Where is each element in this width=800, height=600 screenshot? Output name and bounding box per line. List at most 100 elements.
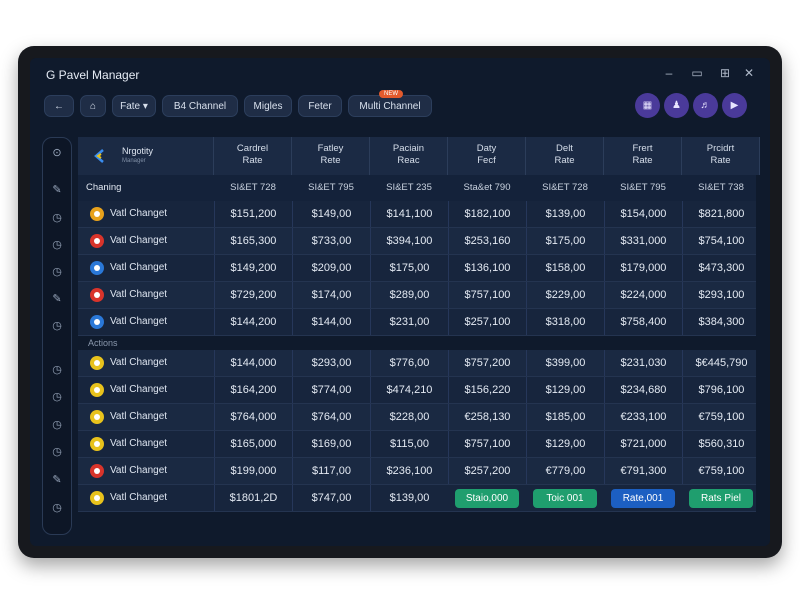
multi-channel-label: Multi Channel [359,101,421,112]
back-button[interactable]: ← [44,95,74,117]
rate-action-button[interactable]: Staio,000 [455,489,519,508]
table-row[interactable]: Vatl Changet $764,000 $764,00 $228,00 €258,1… [78,404,756,431]
column-header-line1: Cardrel [236,143,269,154]
row-name: Vatl Changet [110,384,168,395]
fate-dropdown[interactable]: Fate ▾ [112,95,156,117]
migles-button[interactable]: Migles [244,95,292,117]
close-icon[interactable]: ✕ [742,66,756,80]
table-row[interactable]: Vatl Changet $149,200 $209,00 $175,00 $136,1… [78,255,756,282]
table-cell: $257,200 [448,458,526,484]
sidebar-target-icon[interactable]: ⊙ [50,146,64,160]
table-cell: $144,000 [214,350,292,376]
sidebar-edit-icon[interactable]: ✎ [50,292,64,306]
table-cell: $253,160 [448,228,526,254]
table-cell: $165,000 [214,431,292,457]
row-channel-icon [90,261,104,275]
column-header-line2: Reac [397,155,420,166]
table-cell: $228,00 [370,404,448,430]
row-name: Vatl Changet [110,438,168,449]
maximize-icon[interactable]: ⊞ [718,66,732,80]
column-header[interactable]: Fatley Rete [292,137,370,175]
row-channel-icon [90,491,104,505]
row-name: Vatl Changet [110,357,168,368]
table-cell: $175,00 [370,255,448,281]
home-button[interactable]: ⌂ [80,95,106,117]
table-row[interactable]: Vatl Changet $165,300 $733,00 $394,100 $253,… [78,228,756,255]
column-header-line1: Paciain [392,143,425,154]
sidebar-clock-icon[interactable]: ◷ [50,211,64,225]
column-header[interactable]: Cardrel Rate [214,137,292,175]
column-header-line2: Rate [554,155,575,166]
brand-logo-icon [94,149,104,163]
table-cell: $156,220 [448,377,526,403]
row-name: Vatl Changet [110,492,168,503]
table-cell: $174,00 [292,282,370,308]
table-row[interactable]: Vatl Changet $144,000 $293,00 $776,00 $757,2… [78,350,756,377]
table-cell: $199,000 [214,458,292,484]
table-cell: $474,210 [370,377,448,403]
table-row[interactable]: Vatl Changet $1801,2D $747,00 $139,00 Staio,… [78,485,756,512]
sidebar-clock-icon[interactable]: ◷ [50,265,64,279]
table-row[interactable]: Vatl Changet $729,200 $174,00 $289,00 $757,1… [78,282,756,309]
sidebar-clock-icon[interactable]: ◷ [50,501,64,515]
column-header[interactable]: Frert Rate [604,137,682,175]
feter-button[interactable]: Feter [298,95,342,117]
row-name: Vatl Changet [110,235,168,246]
band-label: Chaning [86,182,122,193]
table-cell: $796,100 [682,377,760,403]
table-cell: $331,000 [604,228,682,254]
table-cell: $139,00 [370,485,448,511]
table-row[interactable]: Vatl Changet $164,200 $774,00 $474,210 $156,… [78,377,756,404]
table-cell: $399,00 [526,350,604,376]
column-header[interactable]: Prcidrt Rate [682,137,760,175]
row-channel-icon [90,464,104,478]
column-header[interactable]: Daty Fecf [448,137,526,175]
table-cell: $764,00 [292,404,370,430]
column-header-line2: Rate [632,155,653,166]
sidebar-edit-icon[interactable]: ✎ [50,473,64,487]
table-cell: €791,300 [604,458,682,484]
multi-channel-button[interactable]: Multi Channel NEW [348,90,432,117]
table-cell: $144,200 [214,309,292,335]
sidebar-clock-icon[interactable]: ◷ [50,238,64,252]
table-row[interactable]: Vatl Changet $199,000 $117,00 $236,100 $257,… [78,458,756,485]
table-cell: $164,200 [214,377,292,403]
sidebar-clock-icon[interactable]: ◷ [50,319,64,333]
sidebar-clock-icon[interactable]: ◷ [50,445,64,459]
audio-action-button[interactable]: ♬ [693,93,718,118]
band-value: SI&ET 738 [698,182,744,193]
rate-action-button[interactable]: Toic 001 [533,489,597,508]
minimize-icon[interactable]: – [662,66,676,80]
grid-view-button[interactable]: ▦ [635,93,660,118]
sidebar-clock-icon[interactable]: ◷ [50,390,64,404]
table-cell: $144,00 [292,309,370,335]
restore-icon[interactable]: ▭ [690,66,704,80]
sidebar-clock-icon[interactable]: ◷ [50,418,64,432]
table-row[interactable]: Vatl Changet $151,200 $149,00 $141,100 $182,… [78,201,756,228]
app-title: G Pavel Manager [46,68,140,82]
row-channel-icon [90,356,104,370]
rate-action-button[interactable]: Rats Piel [689,489,753,508]
user-action-button[interactable]: ♟ [664,93,689,118]
row-channel-icon [90,437,104,451]
table-cell: $229,00 [526,282,604,308]
table-cell: $129,00 [526,377,604,403]
table-cell: $754,100 [682,228,760,254]
sidebar-edit-icon[interactable]: ✎ [50,183,64,197]
column-header[interactable]: Paciain Reac [370,137,448,175]
table-cell: $289,00 [370,282,448,308]
channel-button[interactable]: B4 Channel [162,95,238,117]
table-cell: $236,100 [370,458,448,484]
table-row[interactable]: Vatl Changet $144,200 $144,00 $231,00 $257,1… [78,309,756,336]
table-cell: $€445,790 [682,350,760,376]
table-cell: $758,400 [604,309,682,335]
rate-action-button[interactable]: Rate,001 [611,489,675,508]
table-cell: $117,00 [292,458,370,484]
sidebar-clock-icon[interactable]: ◷ [50,363,64,377]
column-header[interactable]: Delt Rate [526,137,604,175]
play-button[interactable]: ▶ [722,93,747,118]
band-value: SI&ET 795 [308,182,354,193]
table-cell: $757,200 [448,350,526,376]
table-row[interactable]: Vatl Changet $165,000 $169,00 $115,00 $757,1… [78,431,756,458]
toolbar: ← ⌂ Fate ▾ B4 Channel Migles Feter Multi… [30,90,770,122]
